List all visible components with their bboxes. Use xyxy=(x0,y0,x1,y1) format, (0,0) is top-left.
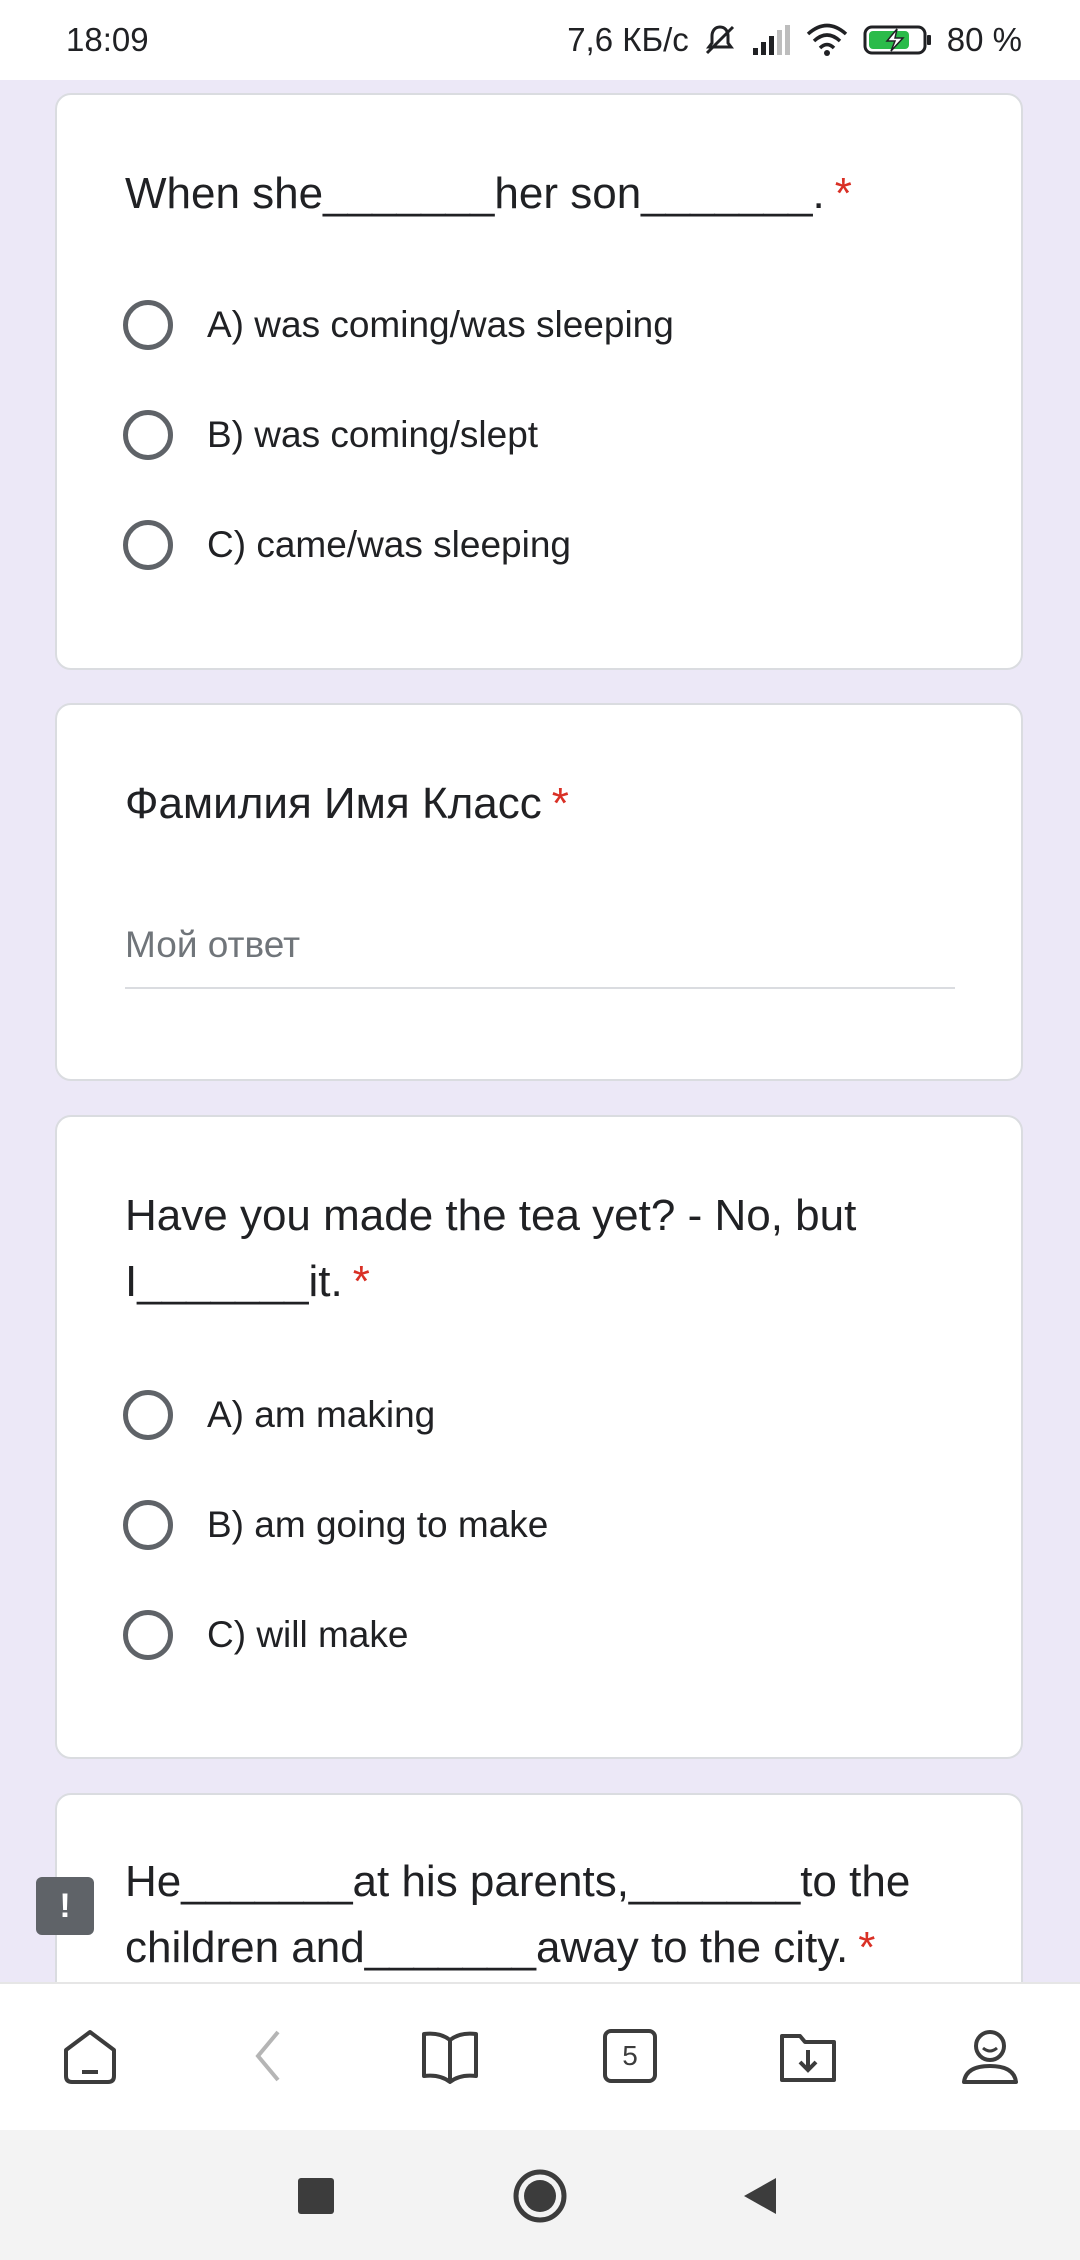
radio-button[interactable] xyxy=(123,410,173,460)
radio-button[interactable] xyxy=(123,1500,173,1550)
network-speed: 7,6 КБ/с xyxy=(567,21,689,58)
question-text: Фамилия Имя Класс xyxy=(125,779,542,828)
question-title: When she_______her son_______. * xyxy=(125,161,961,227)
radio-option[interactable]: A) was coming/was sleeping xyxy=(123,295,674,355)
report-feedback-icon[interactable]: ! xyxy=(36,1877,94,1935)
required-asterisk: * xyxy=(834,169,852,218)
home-icon[interactable] xyxy=(58,2024,122,2088)
radio-button[interactable] xyxy=(123,1610,173,1660)
status-icons: 7,6 КБ/с 80 % xyxy=(567,21,1022,59)
required-asterisk: * xyxy=(551,779,569,828)
battery-charging-icon xyxy=(863,23,933,57)
recents-icon[interactable] xyxy=(296,2176,336,2221)
radio-button[interactable] xyxy=(123,520,173,570)
browser-toolbar: 5 xyxy=(0,1982,1080,2132)
radio-option[interactable]: C) will make xyxy=(123,1605,408,1665)
back-icon[interactable] xyxy=(236,2024,300,2088)
question-text-line: Have you made the tea yet? - No, but xyxy=(125,1191,857,1240)
question-text: children and_______away to the city. xyxy=(125,1923,849,1972)
system-nav-bar xyxy=(0,2130,1080,2260)
option-label: C) will make xyxy=(207,1614,409,1655)
question-text-line: He_______at his parents,_______to the xyxy=(125,1857,911,1906)
option-label: C) came/was sleeping xyxy=(207,524,571,565)
tabs-count: 5 xyxy=(603,2029,657,2083)
signal-icon xyxy=(751,24,791,56)
option-label: A) was coming/was sleeping xyxy=(207,304,674,345)
reader-icon[interactable] xyxy=(418,2024,482,2088)
battery-level: 80 % xyxy=(946,21,1022,58)
home-icon[interactable] xyxy=(512,2168,568,2229)
question-text-line: children and_______away to the city. * xyxy=(125,1915,961,1981)
question-text: When she_______her son_______. xyxy=(125,169,825,218)
status-bar: 18:09 7,6 КБ/с 80 % xyxy=(0,0,1080,80)
downloads-icon[interactable] xyxy=(776,2024,840,2088)
question-title: Have you made the tea yet? - No, but I__… xyxy=(125,1183,961,1315)
radio-button[interactable] xyxy=(123,300,173,350)
radio-button[interactable] xyxy=(123,1390,173,1440)
tabs-icon[interactable]: 5 xyxy=(598,2024,662,2088)
question-text: I_______it. xyxy=(125,1257,343,1306)
option-label: B) was coming/slept xyxy=(207,414,539,455)
required-asterisk: * xyxy=(352,1257,370,1306)
radio-option[interactable]: A) am making xyxy=(123,1385,435,1445)
question-text-line: I_______it. * xyxy=(125,1249,961,1315)
radio-option[interactable]: B) am going to make xyxy=(123,1495,548,1555)
profile-icon[interactable] xyxy=(958,2024,1022,2088)
status-time: 18:09 xyxy=(66,21,149,58)
option-label: B) am going to make xyxy=(207,1504,549,1545)
question-title: He_______at his parents,_______to the ch… xyxy=(125,1849,961,1981)
radio-option[interactable]: C) came/was sleeping xyxy=(123,515,571,575)
bell-muted-icon xyxy=(703,23,737,57)
radio-option[interactable]: B) was coming/slept xyxy=(123,405,538,465)
wifi-icon xyxy=(805,23,849,57)
required-asterisk: * xyxy=(858,1923,876,1972)
feedback-glyph: ! xyxy=(59,1886,71,1925)
question-title: Фамилия Имя Класс * xyxy=(125,771,961,837)
back-icon[interactable] xyxy=(740,2176,780,2221)
option-label: A) am making xyxy=(207,1394,436,1435)
answer-input[interactable] xyxy=(125,915,955,975)
question-card: Have you made the tea yet? - No, but I__… xyxy=(55,1115,1023,1759)
question-card: When she_______her son_______. * A) was c… xyxy=(55,93,1023,670)
answer-field[interactable] xyxy=(125,915,955,989)
question-card: Фамилия Имя Класс * xyxy=(55,703,1023,1081)
